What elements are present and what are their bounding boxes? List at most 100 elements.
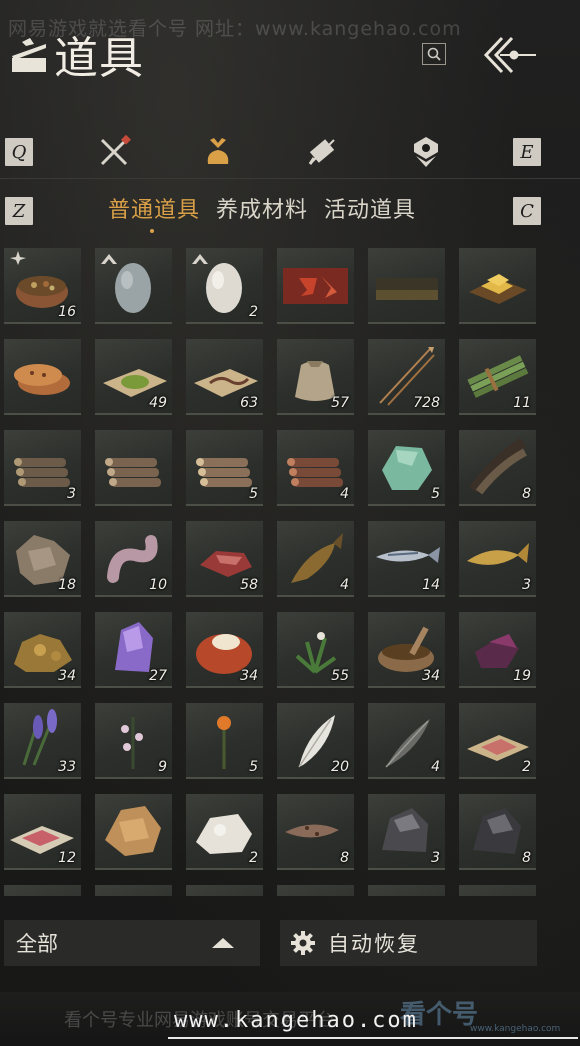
item-count: 55 — [331, 668, 349, 684]
item-slot[interactable]: 16 — [4, 248, 81, 324]
item-slot[interactable]: 34 — [4, 612, 81, 688]
item-slot[interactable]: 63 — [186, 339, 263, 415]
search-button[interactable] — [422, 43, 446, 65]
key-z-hint[interactable]: Z — [5, 197, 33, 225]
auto-recover-button[interactable]: 自动恢复 — [280, 920, 537, 966]
item-slot[interactable]: 19 — [459, 612, 536, 688]
item-slot[interactable]: 3 — [4, 430, 81, 506]
item-count: 49 — [149, 395, 167, 411]
search-icon — [427, 47, 441, 61]
item-slot[interactable]: 33 — [4, 703, 81, 779]
item-count: 2 — [249, 304, 258, 320]
item-slot[interactable]: 5 — [186, 703, 263, 779]
pouch-icon — [207, 138, 229, 164]
watermark-url: www.kangehao.com — [174, 1008, 418, 1033]
tab-gems[interactable] — [406, 132, 446, 172]
item-slot-partial[interactable] — [459, 885, 536, 896]
item-slot[interactable]: 14 — [368, 521, 445, 597]
back-arrow-icon — [483, 36, 536, 74]
item-slot[interactable]: 58 — [186, 521, 263, 597]
bag-emblem-icon — [12, 38, 46, 72]
item-count: 3 — [431, 850, 440, 866]
item-count: 4 — [340, 486, 349, 502]
key-q-hint[interactable]: Q — [5, 138, 33, 166]
flatbread-icon — [14, 364, 70, 395]
item-slot[interactable]: 12 — [4, 794, 81, 870]
gold-tray-icon — [469, 274, 527, 304]
item-slot[interactable]: 20 — [277, 703, 354, 779]
tab-scrolls[interactable] — [302, 132, 342, 172]
item-count: 58 — [240, 577, 258, 593]
filter-dropdown[interactable]: 全部 — [4, 920, 260, 966]
tab-weapons[interactable] — [94, 132, 134, 172]
item-slot[interactable] — [4, 339, 81, 415]
item-count: 728 — [413, 395, 440, 411]
level-up-icon — [192, 254, 208, 264]
item-slot[interactable]: 8 — [277, 794, 354, 870]
gear-icon — [291, 931, 315, 955]
item-count: 63 — [240, 395, 258, 411]
item-slot[interactable]: 27 — [95, 612, 172, 688]
item-slot[interactable]: 4 — [368, 703, 445, 779]
scroll-icon — [308, 139, 335, 165]
item-slot[interactable]: 8 — [459, 430, 536, 506]
back-button[interactable] — [478, 32, 538, 78]
key-e-hint[interactable]: E — [513, 138, 541, 166]
item-count: 34 — [422, 668, 440, 684]
item-slot[interactable]: 8 — [459, 794, 536, 870]
item-slot[interactable]: 4 — [277, 430, 354, 506]
item-slot[interactable]: 3 — [459, 521, 536, 597]
item-count: 3 — [67, 486, 76, 502]
item-slot[interactable]: 18 — [4, 521, 81, 597]
watermark-underline — [168, 1037, 578, 1039]
tab-items[interactable] — [198, 132, 238, 172]
item-slot-partial[interactable] — [368, 885, 445, 896]
item-count: 57 — [331, 395, 349, 411]
item-slot-partial[interactable] — [277, 885, 354, 896]
item-slot[interactable]: 5 — [186, 430, 263, 506]
item-slot[interactable]: 3 — [368, 794, 445, 870]
item-count: 33 — [58, 759, 76, 775]
item-slot-partial[interactable] — [95, 885, 172, 896]
item-slot[interactable]: 57 — [277, 339, 354, 415]
item-slot[interactable] — [95, 430, 172, 506]
item-slot[interactable] — [95, 794, 172, 870]
item-count: 10 — [149, 577, 167, 593]
item-slot[interactable] — [459, 248, 536, 324]
item-count: 4 — [431, 759, 440, 775]
item-slot-partial[interactable] — [186, 885, 263, 896]
item-slot[interactable]: 728 — [368, 339, 445, 415]
subtabs: 普通道具 养成材料 活动道具 — [108, 192, 416, 233]
item-count: 2 — [522, 759, 531, 775]
subtab-normal-items[interactable]: 普通道具 — [108, 192, 200, 233]
item-slot[interactable] — [368, 248, 445, 324]
item-count: 27 — [149, 668, 167, 684]
item-slot[interactable]: 2 — [186, 794, 263, 870]
item-slot[interactable]: 4 — [277, 521, 354, 597]
item-slot-partial[interactable] — [4, 885, 81, 896]
subtab-event-items[interactable]: 活动道具 — [324, 192, 416, 224]
gem-icon — [414, 137, 438, 167]
item-slot[interactable]: 34 — [368, 612, 445, 688]
item-slot[interactable] — [277, 248, 354, 324]
item-slot[interactable]: 55 — [277, 612, 354, 688]
item-slot[interactable]: 2 — [459, 703, 536, 779]
item-slot[interactable]: 49 — [95, 339, 172, 415]
item-slot[interactable]: 2 — [186, 248, 263, 324]
item-count: 5 — [431, 486, 440, 502]
item-slot[interactable]: 10 — [95, 521, 172, 597]
item-slot[interactable] — [95, 248, 172, 324]
item-slot[interactable]: 5 — [368, 430, 445, 506]
header: 道具 — [8, 26, 144, 84]
item-slot[interactable]: 11 — [459, 339, 536, 415]
item-count: 2 — [249, 850, 258, 866]
subtab-growth-materials[interactable]: 养成材料 — [216, 192, 308, 224]
key-c-hint[interactable]: C — [513, 197, 541, 225]
item-count: 8 — [340, 850, 349, 866]
item-count: 11 — [513, 395, 531, 411]
item-slot[interactable]: 9 — [95, 703, 172, 779]
crossed-swords-icon — [100, 134, 131, 166]
item-count: 12 — [58, 850, 76, 866]
item-slot[interactable]: 34 — [186, 612, 263, 688]
item-count: 5 — [249, 486, 258, 502]
